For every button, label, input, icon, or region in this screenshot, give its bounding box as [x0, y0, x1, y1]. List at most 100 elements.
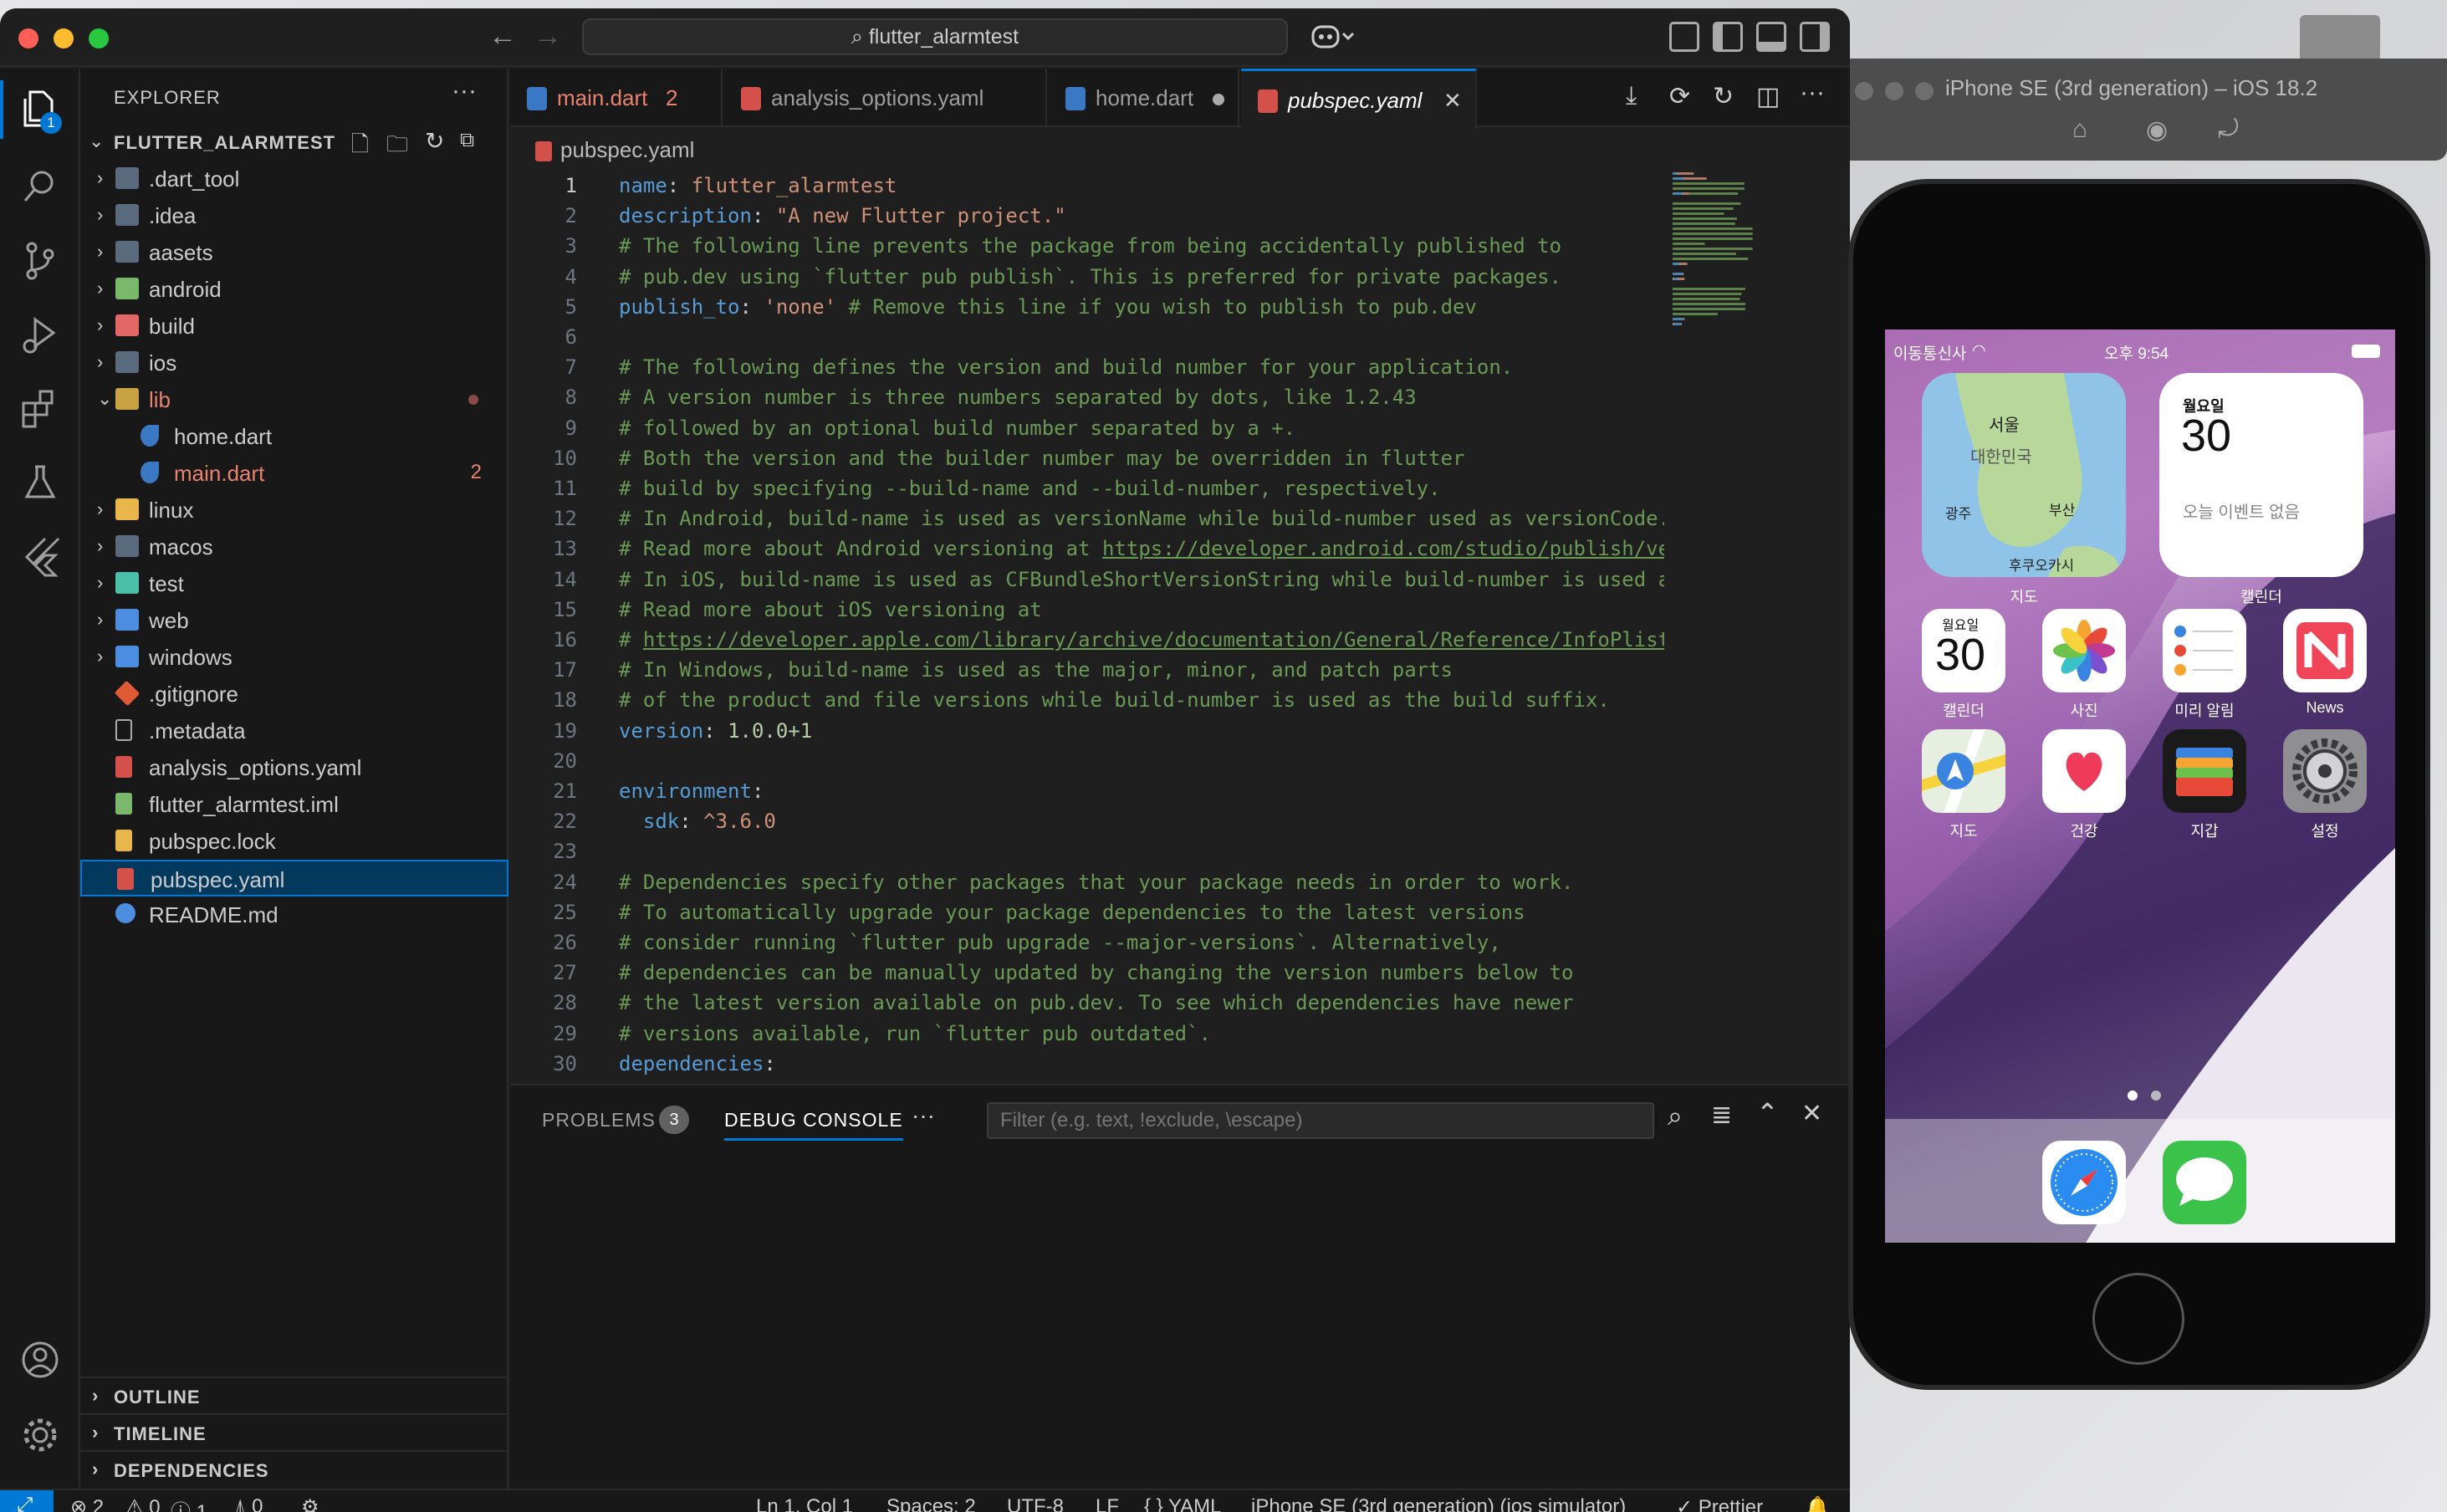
flutter-icon[interactable] — [15, 530, 65, 580]
code-line[interactable]: # consider running `flutter pub upgrade … — [619, 931, 1501, 954]
tree-item[interactable]: › macos — [80, 529, 508, 565]
search-icon[interactable]: ⌕ — [1668, 1101, 1683, 1132]
sim-minimize-button[interactable] — [1885, 82, 1903, 100]
code-line[interactable]: # build by specifying --build-name and -… — [619, 477, 1441, 500]
refresh-icon[interactable]: ↻ — [425, 127, 444, 155]
close-tab-icon[interactable]: ✕ — [1443, 88, 1462, 114]
errors-icon[interactable]: ⊗ 2 — [70, 1495, 104, 1512]
collapse-all-icon[interactable]: ⧉ — [460, 129, 474, 152]
timeline-section[interactable]: › TIMELINE — [80, 1413, 508, 1450]
source-control-icon[interactable] — [15, 236, 65, 286]
tree-item[interactable]: pubspec.lock — [80, 823, 508, 860]
run-debug-icon[interactable] — [15, 309, 65, 360]
page-dot[interactable] — [2151, 1091, 2161, 1101]
back-arrow-icon[interactable]: ← — [488, 22, 517, 50]
code-line[interactable]: # The following line prevents the packag… — [619, 234, 1561, 258]
close-window-button[interactable] — [18, 28, 38, 49]
code-line[interactable]: # https://developer.apple.com/library/ar… — [619, 628, 1664, 651]
download-icon[interactable]: ⤓ — [1626, 82, 1637, 110]
wallet-app-icon[interactable] — [2163, 729, 2246, 813]
code-line[interactable]: # the latest version available on pub.de… — [619, 991, 1574, 1014]
cursor-position[interactable]: Ln 1, Col 1 — [756, 1495, 853, 1512]
code-line[interactable]: description: "A new Flutter project." — [619, 204, 1066, 227]
tree-item[interactable]: README.md — [80, 896, 508, 933]
end-of-line[interactable]: LF — [1096, 1495, 1119, 1512]
language-mode[interactable]: { } YAML — [1144, 1495, 1222, 1512]
tab-analysis-options[interactable]: analysis_options.yaml — [724, 69, 1047, 127]
code-line[interactable]: # A version number is three numbers sepa… — [619, 386, 1417, 409]
tree-item[interactable]: › .idea — [80, 197, 508, 234]
tree-item[interactable]: ⌄ lib — [80, 381, 508, 418]
testing-icon[interactable] — [15, 457, 65, 507]
code-line[interactable]: # Both the version and the builder numbe… — [619, 447, 1464, 470]
code-line[interactable]: # of the product and file versions while… — [619, 688, 1610, 712]
tree-item[interactable]: › linux — [80, 492, 508, 529]
indentation[interactable]: Spaces: 2 — [886, 1495, 976, 1512]
tab-main-dart[interactable]: main.dart 2 — [510, 69, 723, 127]
explorer-more-button[interactable]: ··· — [452, 77, 477, 105]
code-line[interactable]: sdk: ^3.6.0 — [619, 810, 776, 833]
tree-item[interactable]: › build — [80, 308, 508, 345]
photos-app-icon[interactable] — [2042, 609, 2126, 692]
code-line[interactable]: # To automatically upgrade your package … — [619, 901, 1525, 924]
copilot-icon[interactable] — [1310, 20, 1368, 54]
tree-item[interactable]: flutter_alarmtest.iml — [80, 786, 508, 823]
settings-gear-icon[interactable] — [15, 1410, 65, 1460]
calendar-widget[interactable]: 월요일 30 오늘 이벤트 없음 — [2159, 373, 2363, 577]
outline-section[interactable]: › OUTLINE — [80, 1377, 508, 1413]
tree-item[interactable]: › windows — [80, 639, 508, 676]
toggle-secondary-sidebar-icon[interactable] — [1800, 22, 1830, 52]
code-line[interactable]: dependencies: — [619, 1052, 776, 1075]
command-center-search[interactable]: ⌕ flutter_alarmtest — [582, 18, 1288, 55]
customize-layout-icon[interactable] — [1669, 22, 1699, 52]
tree-item[interactable]: › aasets — [80, 234, 508, 271]
safari-app-icon[interactable] — [2042, 1141, 2126, 1224]
rotate-icon[interactable]: ⤾ — [2218, 115, 2239, 144]
code-line[interactable]: # Read more about Android versioning at … — [619, 537, 1664, 560]
home-icon[interactable]: ⌂ — [2072, 115, 2087, 144]
search-icon[interactable] — [15, 162, 65, 212]
tree-item[interactable]: .metadata — [80, 713, 508, 749]
minimap[interactable] — [1669, 169, 1837, 587]
warnings-icon[interactable]: ⚠ 0 — [125, 1495, 161, 1512]
code-line[interactable]: # pub.dev using `flutter pub publish`. T… — [619, 265, 1561, 289]
maps-widget[interactable]: 서울 대한민국 광주 부산 후쿠오카시 — [1922, 373, 2126, 577]
device-selector[interactable]: iPhone SE (3rd generation) (ios simulato… — [1251, 1495, 1626, 1512]
remote-indicator-icon[interactable]: ⤢ — [0, 1490, 54, 1512]
tree-item[interactable]: › web — [80, 602, 508, 639]
dependencies-section[interactable]: › DEPENDENCIES — [80, 1450, 508, 1487]
forward-arrow-icon[interactable]: → — [534, 22, 562, 50]
word-wrap-icon[interactable]: ≣ — [1711, 1101, 1732, 1130]
page-dot-active[interactable] — [2128, 1091, 2138, 1101]
tree-item[interactable]: › ios — [80, 345, 508, 381]
tree-item[interactable]: pubspec.yaml — [80, 860, 508, 896]
tree-item[interactable]: › .dart_tool — [80, 161, 508, 197]
close-panel-icon[interactable]: ✕ — [1801, 1099, 1822, 1128]
code-line[interactable]: publish_to: 'none' # Remove this line if… — [619, 295, 1477, 319]
code-line[interactable]: # followed by an optional build number s… — [619, 416, 1295, 440]
code-line[interactable]: # The following defines the version and … — [619, 355, 1513, 379]
notifications-bell-icon[interactable]: 🔔 — [1805, 1495, 1830, 1512]
tab-problems[interactable]: PROBLEMS — [542, 1109, 656, 1131]
toggle-sidebar-icon[interactable] — [1713, 22, 1743, 52]
maps-app-icon[interactable] — [1922, 729, 2005, 813]
encoding[interactable]: UTF-8 — [1007, 1495, 1064, 1512]
info-icon[interactable]: ⓘ 1 — [171, 1495, 207, 1512]
toggle-panel-icon[interactable] — [1756, 22, 1786, 52]
calendar-app-icon[interactable]: 월요일 30 — [1922, 609, 2005, 692]
tab-debug-console[interactable]: DEBUG CONSOLE — [724, 1109, 903, 1141]
editor-more-icon[interactable]: ··· — [1800, 79, 1825, 107]
panel-more-icon[interactable]: ··· — [912, 1102, 935, 1129]
tree-item[interactable]: home.dart — [80, 418, 508, 455]
code-line[interactable]: # Dependencies specify other packages th… — [619, 871, 1574, 894]
minimize-window-button[interactable] — [54, 28, 74, 49]
sim-maximize-button[interactable] — [1915, 82, 1934, 100]
tree-item[interactable]: .gitignore — [80, 676, 508, 713]
code-line[interactable]: # Read more about iOS versioning at — [619, 598, 1042, 621]
account-icon[interactable] — [15, 1335, 65, 1385]
sync-icon[interactable]: ⟳ — [1669, 82, 1690, 111]
settings-app-icon[interactable] — [2283, 729, 2367, 813]
code-line[interactable]: environment: — [619, 779, 764, 803]
split-editor-icon[interactable]: ◫ — [1756, 82, 1780, 111]
debug-run-icon[interactable]: ⚙ — [301, 1495, 319, 1512]
